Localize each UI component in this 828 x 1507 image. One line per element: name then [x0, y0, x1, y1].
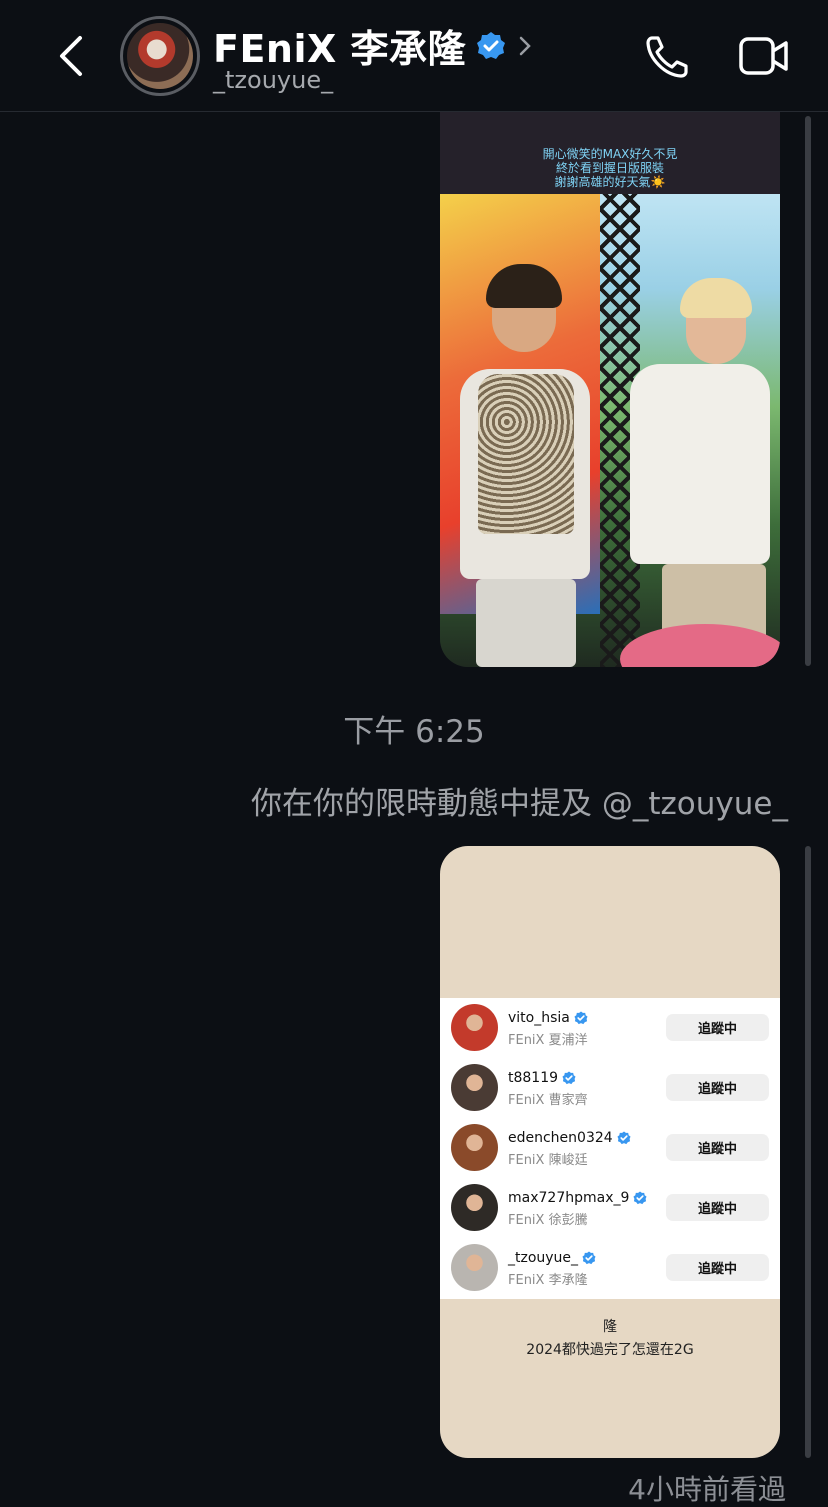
avatar-image: [127, 23, 193, 89]
story-caption-line: 謝謝高雄的好天氣☀️: [554, 175, 666, 189]
list-item: edenchen0324 FEniX 陳峻廷 追蹤中: [440, 1120, 780, 1180]
concert-photo: [440, 194, 780, 667]
display-name: FEniX 夏浦洋: [508, 1033, 588, 1048]
chat-title: FEniX 李承隆: [213, 27, 467, 71]
chat-header: FEniX 李承隆 _tzouyue_: [0, 0, 828, 112]
display-name: FEniX 徐彭騰: [508, 1213, 588, 1228]
performer-left: [476, 579, 576, 667]
display-name: FEniX 李承隆: [508, 1273, 588, 1288]
story-reply-indicator: [805, 116, 811, 666]
back-arrow-icon[interactable]: [52, 32, 92, 80]
username[interactable]: edenchen0324: [508, 1130, 631, 1146]
mention-notice: 你在你的限時動態中提及 @_tzouyue_: [251, 786, 788, 822]
user-avatar[interactable]: [451, 1184, 498, 1231]
performer-left-vest: [478, 374, 574, 534]
chat-handle: _tzouyue_: [213, 66, 334, 94]
story-caption-line: 開心微笑的MAX好久不見: [542, 147, 678, 161]
verified-badge-icon: [633, 1191, 647, 1205]
title-row[interactable]: FEniX 李承隆: [213, 18, 532, 73]
video-call-icon[interactable]: [738, 36, 790, 76]
shared-story-photo[interactable]: 開心微笑的MAX好久不見 終於看到握日版服裝 謝謝高雄的好天氣☀️: [440, 112, 780, 667]
story-caption-line: 2024都快過完了怎還在2G: [526, 1342, 694, 1358]
story-caption-line: 隆: [603, 1319, 617, 1335]
verified-badge-icon: [562, 1071, 576, 1085]
chevron-right-icon: [519, 36, 531, 55]
username[interactable]: max727hpmax_9: [508, 1190, 647, 1206]
user-avatar[interactable]: [451, 1064, 498, 1111]
username-text: max727hpmax_9: [508, 1190, 630, 1206]
following-button[interactable]: 追蹤中: [666, 1014, 769, 1041]
list-item: t88119 FEniX 曹家齊 追蹤中: [440, 1060, 780, 1120]
story-caption-line: 終於看到握日版服裝: [555, 161, 664, 175]
story-caption-area: 開心微笑的MAX好久不見 終於看到握日版服裝 謝謝高雄的好天氣☀️: [440, 112, 780, 194]
seen-status: 4小時前看過: [628, 1473, 786, 1506]
list-item: _tzouyue_ FEniX 李承隆 追蹤中: [440, 1240, 780, 1300]
story-caption: 隆 2024都快過完了怎還在2G: [440, 1316, 780, 1362]
story-reply-indicator: [805, 846, 811, 1458]
verified-badge-icon: [582, 1251, 596, 1265]
username-text: t88119: [508, 1070, 559, 1086]
following-button[interactable]: 追蹤中: [666, 1194, 769, 1221]
verified-badge-icon: [617, 1131, 631, 1145]
username-text: vito_hsia: [508, 1010, 570, 1026]
phone-call-icon[interactable]: [644, 34, 692, 80]
list-item: vito_hsia FEniX 夏浦洋 追蹤中: [440, 1000, 780, 1060]
user-avatar[interactable]: [451, 1244, 498, 1291]
shared-story-follow-list[interactable]: vito_hsia FEniX 夏浦洋 追蹤中 t88119 FEniX 曹家齊 追蹤中 e…: [440, 846, 780, 1458]
username[interactable]: vito_hsia: [508, 1010, 588, 1026]
following-button[interactable]: 追蹤中: [666, 1254, 769, 1281]
username-text: edenchen0324: [508, 1130, 613, 1146]
user-avatar[interactable]: [451, 1004, 498, 1051]
following-button[interactable]: 追蹤中: [666, 1134, 769, 1161]
performer-right: [630, 364, 770, 564]
message-timestamp: 下午 6:25: [343, 714, 485, 750]
audience-hat: [620, 624, 780, 667]
follow-list: vito_hsia FEniX 夏浦洋 追蹤中 t88119 FEniX 曹家齊 追蹤中 e…: [440, 998, 780, 1299]
profile-avatar[interactable]: [120, 16, 200, 96]
list-item: max727hpmax_9 FEniX 徐彭騰 追蹤中: [440, 1180, 780, 1240]
display-name: FEniX 曹家齊: [508, 1093, 588, 1108]
performer-right-hair: [680, 278, 752, 318]
username-text: _tzouyue_: [508, 1250, 579, 1266]
verified-badge-icon: [477, 31, 506, 59]
username[interactable]: t88119: [508, 1070, 576, 1086]
verified-badge-icon: [574, 1011, 588, 1025]
display-name: FEniX 陳峻廷: [508, 1153, 588, 1168]
username[interactable]: _tzouyue_: [508, 1250, 596, 1266]
following-button[interactable]: 追蹤中: [666, 1074, 769, 1101]
user-avatar[interactable]: [451, 1124, 498, 1171]
